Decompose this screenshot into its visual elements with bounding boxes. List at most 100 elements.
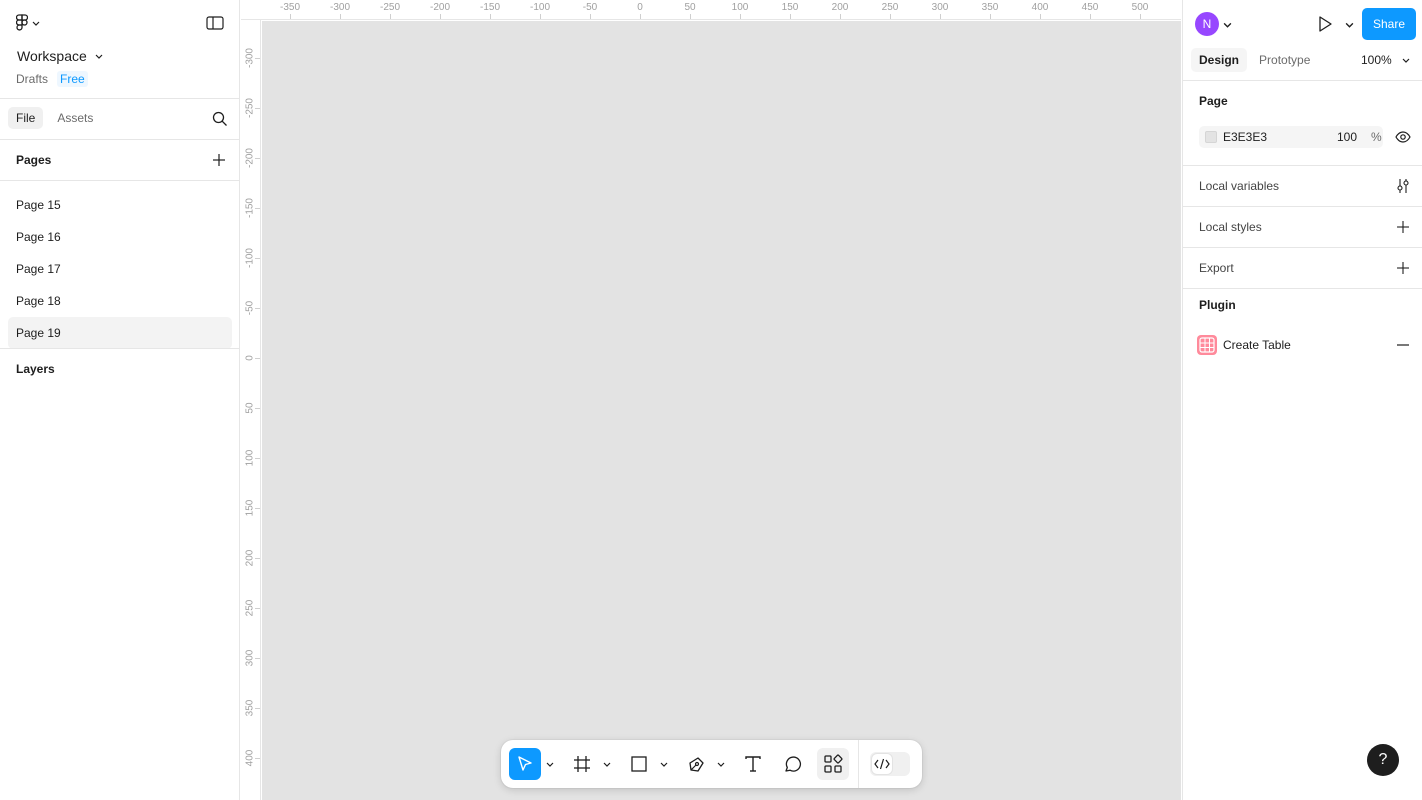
local-variables-label[interactable]: Local variables <box>1199 179 1279 193</box>
local-styles-label: Local styles <box>1199 220 1262 234</box>
ruler-tick <box>440 14 441 19</box>
frame-tool-button[interactable] <box>566 748 598 780</box>
help-button[interactable]: ? <box>1367 744 1399 776</box>
share-button[interactable]: Share <box>1362 8 1416 40</box>
ruler-label: 400 <box>244 749 256 767</box>
main-menu-button[interactable] <box>16 14 46 32</box>
comment-tool-button[interactable] <box>777 748 809 780</box>
text-icon <box>745 756 761 772</box>
ruler-tick <box>390 14 391 19</box>
ruler-tick <box>290 14 291 19</box>
toolbar-divider <box>858 740 859 788</box>
divider <box>1183 206 1422 207</box>
ruler-label: 150 <box>244 499 256 517</box>
ruler-tick <box>255 758 260 759</box>
workspace-switcher[interactable]: Workspace <box>17 48 103 64</box>
ruler-tick <box>890 14 891 19</box>
ruler-tick <box>255 158 260 159</box>
ruler-label: 450 <box>1081 2 1099 13</box>
right-tabs: Design Prototype <box>1191 48 1318 72</box>
canvas[interactable] <box>262 21 1181 800</box>
export-label: Export <box>1199 261 1234 275</box>
move-tool-button[interactable] <box>509 748 541 780</box>
left-tabs: File Assets <box>8 107 101 129</box>
ruler-tick <box>740 14 741 19</box>
variables-settings-icon[interactable] <box>1395 178 1411 194</box>
ruler-tick <box>255 558 260 559</box>
page-item[interactable]: Page 18 <box>8 285 232 317</box>
ruler-tick <box>490 14 491 19</box>
page-item[interactable]: Page 16 <box>8 221 232 253</box>
ruler-label: -200 <box>244 148 256 169</box>
chevron-down-icon[interactable] <box>1223 20 1232 29</box>
tab-file[interactable]: File <box>8 107 44 129</box>
code-icon <box>874 758 890 770</box>
rectangle-icon <box>631 756 647 772</box>
plugin-name[interactable]: Create Table <box>1223 338 1291 352</box>
workspace-location: Drafts Free <box>16 71 88 87</box>
layers-header: Layers <box>16 362 55 376</box>
tab-design[interactable]: Design <box>1191 48 1248 72</box>
divider <box>1183 80 1422 81</box>
chevron-down-icon <box>1402 58 1410 63</box>
page-item[interactable]: Page 15 <box>8 189 232 221</box>
chevron-down-icon[interactable] <box>717 760 725 768</box>
ruler-label: 250 <box>881 2 899 13</box>
ruler-label: 0 <box>244 355 256 361</box>
page-item-selected[interactable]: Page 19 <box>8 317 232 349</box>
ruler-tick <box>1140 14 1141 19</box>
actions-icon <box>824 754 843 773</box>
tab-prototype[interactable]: Prototype <box>1251 48 1318 72</box>
add-style-icon[interactable] <box>1395 219 1411 235</box>
eye-icon[interactable] <box>1395 129 1411 145</box>
actions-tool-button[interactable] <box>817 748 849 780</box>
dev-mode-toggle[interactable] <box>870 752 910 776</box>
ruler-label: -250 <box>244 98 256 119</box>
divider <box>0 139 240 140</box>
chevron-down-icon[interactable] <box>603 760 611 768</box>
ruler-tick <box>790 14 791 19</box>
ruler-tick <box>255 658 260 659</box>
ruler-tick <box>640 14 641 19</box>
ruler-tick <box>1040 14 1041 19</box>
page-fill-field[interactable]: E3E3E3 100 % <box>1199 126 1383 148</box>
chevron-down-icon[interactable] <box>1345 20 1354 29</box>
avatar[interactable]: N <box>1195 12 1219 36</box>
fill-opacity-value[interactable]: 100 <box>1337 130 1357 144</box>
chevron-down-icon[interactable] <box>546 760 554 768</box>
chevron-down-icon[interactable] <box>660 760 668 768</box>
sidebar-toggle-icon[interactable] <box>206 15 224 31</box>
zoom-level: 100% <box>1361 53 1392 67</box>
ruler-tick <box>255 58 260 59</box>
zoom-dropdown[interactable]: 100% <box>1361 53 1410 67</box>
plan-badge: Free <box>57 71 88 87</box>
search-icon[interactable] <box>211 110 229 128</box>
table-plugin-icon <box>1197 335 1217 355</box>
workspace-name: Workspace <box>17 48 87 64</box>
minus-icon[interactable] <box>1395 337 1411 353</box>
chevron-down-icon <box>95 54 103 59</box>
figma-logo-icon <box>16 14 28 31</box>
add-page-icon[interactable] <box>210 151 228 169</box>
ruler-tick <box>255 358 260 359</box>
frame-hash-icon <box>574 756 590 772</box>
fill-hex-value[interactable]: E3E3E3 <box>1223 130 1267 144</box>
ruler-label: 200 <box>244 549 256 567</box>
ruler-tick <box>255 408 260 409</box>
pen-tool-button[interactable] <box>681 748 713 780</box>
ruler-label: -300 <box>329 2 351 13</box>
page-list: Page 15 Page 16 Page 17 Page 18 Page 19 <box>8 189 232 349</box>
cursor-icon <box>518 756 532 771</box>
bottom-toolbar <box>501 740 922 788</box>
ruler-label: 200 <box>831 2 849 13</box>
color-swatch[interactable] <box>1205 131 1217 143</box>
text-tool-button[interactable] <box>737 748 769 780</box>
tab-assets[interactable]: Assets <box>49 107 101 129</box>
ruler-label: 350 <box>244 699 256 717</box>
shape-tool-button[interactable] <box>623 748 655 780</box>
add-export-icon[interactable] <box>1395 260 1411 276</box>
drafts-link[interactable]: Drafts <box>16 72 48 86</box>
ruler-label: 400 <box>1031 2 1049 13</box>
play-icon[interactable] <box>1316 15 1334 33</box>
page-item[interactable]: Page 17 <box>8 253 232 285</box>
